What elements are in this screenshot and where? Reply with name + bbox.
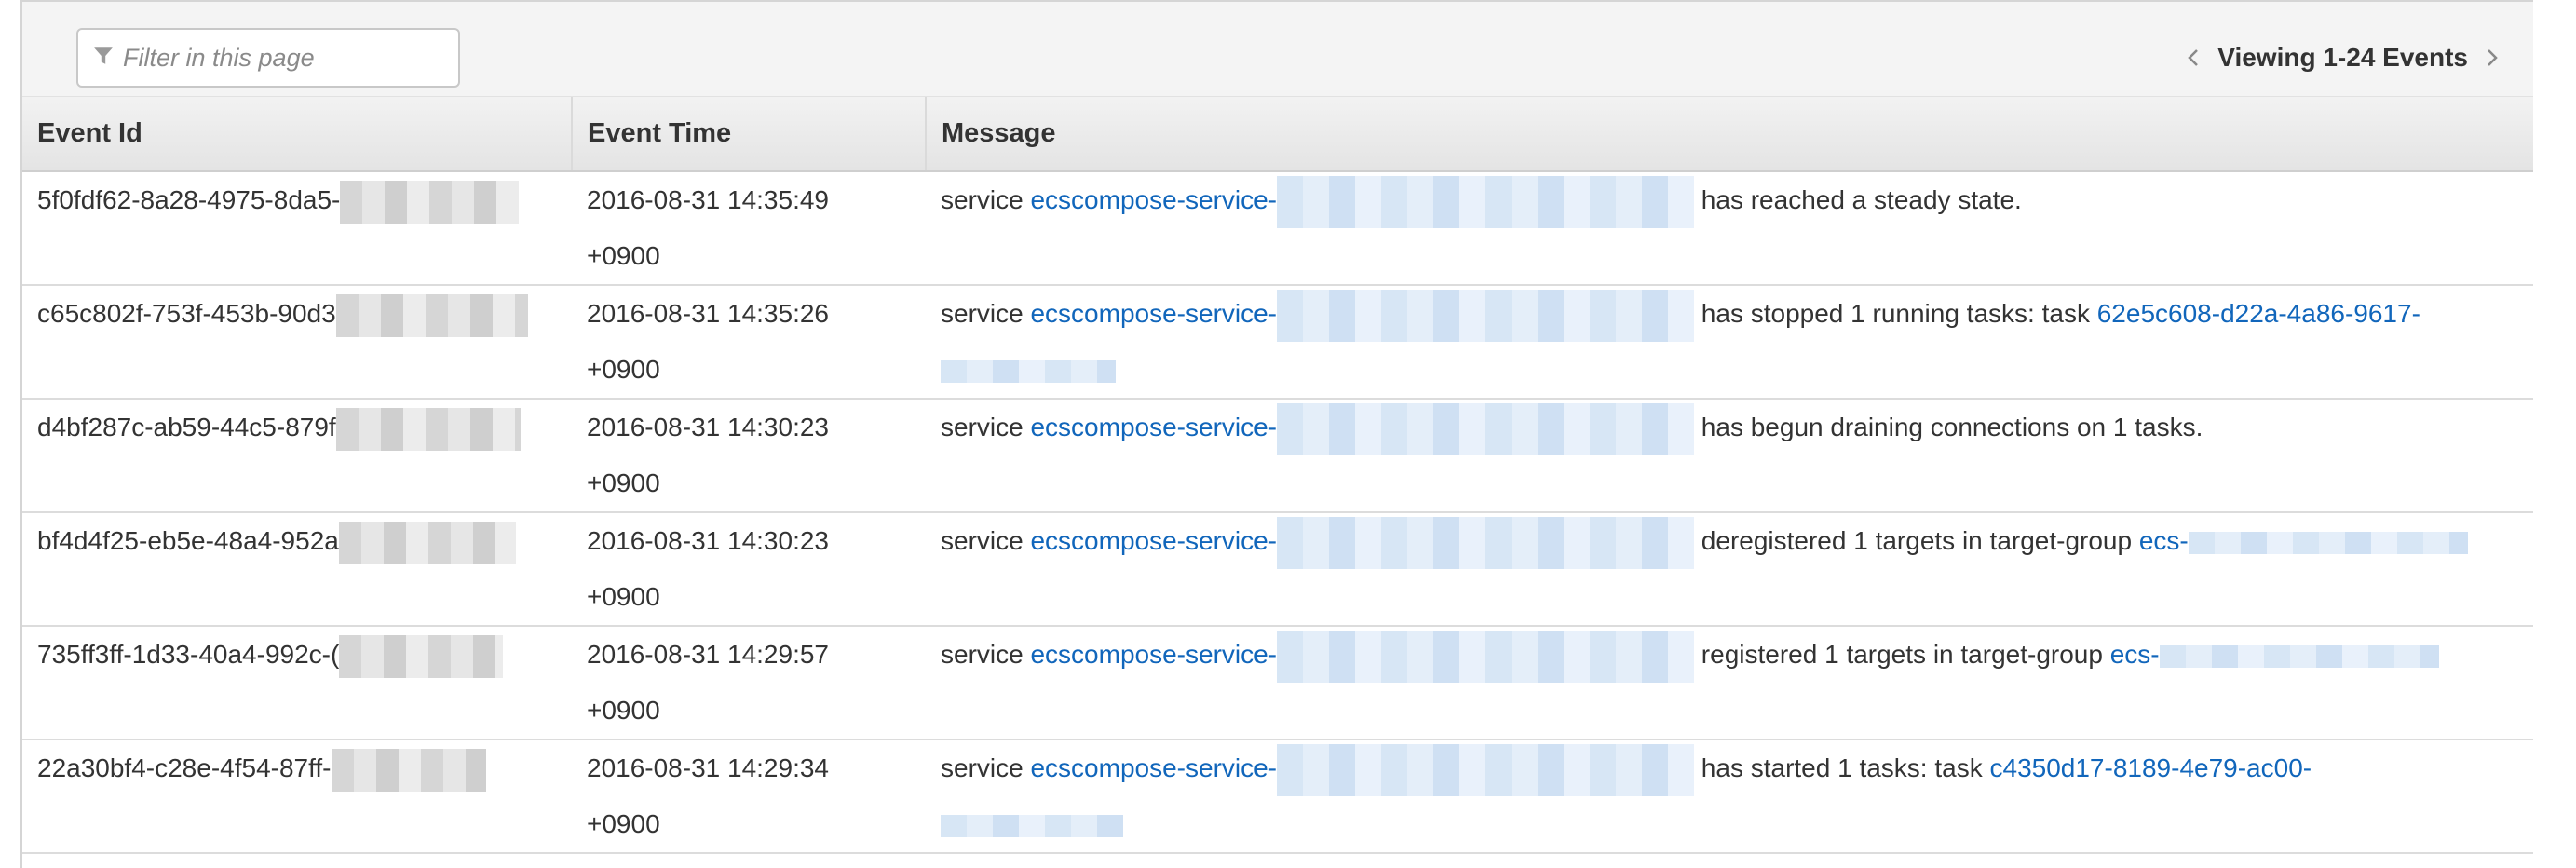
task-link[interactable]: c4350d17-8189-4e79-ac00-	[1990, 753, 2312, 782]
event-timezone: +0900	[587, 809, 660, 838]
event-id: d4bf287c-ab59-44c5-879f	[37, 413, 336, 441]
events-table: Event Id Event Time Message 5f0fdf62-8a2…	[22, 97, 2533, 854]
event-time: 2016-08-31 14:29:57	[587, 640, 829, 669]
redacted-block	[1277, 630, 1695, 683]
event-time-cell: 2016-08-31 14:29:57 +0900	[572, 626, 926, 740]
event-timezone: +0900	[587, 241, 660, 270]
service-link[interactable]: ecscompose-service-	[1030, 526, 1277, 555]
events-toolbar: Viewing 1-24 Events	[22, 0, 2533, 97]
service-link[interactable]: ecscompose-service-	[1030, 640, 1277, 669]
event-time: 2016-08-31 14:35:49	[587, 185, 829, 214]
event-time: 2016-08-31 14:29:34	[587, 753, 829, 782]
event-time-cell: 2016-08-31 14:30:23 +0900	[572, 399, 926, 513]
redacted-block	[335, 407, 521, 451]
table-row: bf4d4f25-eb5e-48a4-952a 2016-08-31 14:30…	[22, 512, 2533, 627]
chevron-right-icon	[2488, 49, 2498, 66]
events-panel: Viewing 1-24 Events Event Id Event Time …	[20, 0, 2537, 868]
redacted-block	[941, 814, 1123, 837]
event-time: 2016-08-31 14:35:26	[587, 299, 829, 328]
event-time: 2016-08-31 14:30:23	[587, 413, 829, 441]
redacted-block	[941, 359, 1116, 383]
event-id-cell: 22a30bf4-c28e-4f54-87ff-	[22, 739, 572, 854]
redacted-block	[1277, 402, 1695, 455]
message-text: has stopped 1 running tasks: task	[1701, 299, 2090, 328]
message-cell: service ecscompose-service- registered 1…	[926, 626, 2533, 740]
redacted-block	[331, 748, 486, 792]
event-id-cell: 735ff3ff-1d33-40a4-992c-(	[22, 626, 572, 740]
message-prefix: service	[941, 640, 1024, 669]
filter-field[interactable]	[76, 28, 460, 88]
next-page-button[interactable]	[2474, 32, 2511, 84]
chevron-left-icon	[2188, 49, 2199, 66]
table-row: 22a30bf4-c28e-4f54-87ff- 2016-08-31 14:2…	[22, 739, 2533, 854]
previous-page-button[interactable]	[2175, 32, 2212, 84]
message-text: has begun draining connections on 1 task…	[1701, 413, 2203, 441]
event-time: 2016-08-31 14:30:23	[587, 526, 829, 555]
service-link[interactable]: ecscompose-service-	[1030, 753, 1277, 782]
event-time-cell: 2016-08-31 14:29:34 +0900	[572, 739, 926, 854]
event-id-cell: d4bf287c-ab59-44c5-879f	[22, 399, 572, 513]
filter-icon	[93, 46, 121, 71]
message-prefix: service	[941, 753, 1024, 782]
message-prefix: service	[941, 413, 1024, 441]
event-id-cell: 5f0fdf62-8a28-4975-8da5-	[22, 171, 572, 286]
event-id-cell: bf4d4f25-eb5e-48a4-952a	[22, 512, 572, 627]
event-id: 5f0fdf62-8a28-4975-8da5-	[37, 185, 341, 214]
column-header-event-id[interactable]: Event Id	[22, 97, 573, 172]
redacted-block	[335, 293, 528, 337]
redacted-block	[2188, 531, 2468, 554]
table-row: 5f0fdf62-8a28-4975-8da5- 2016-08-31 14:3…	[22, 171, 2533, 286]
table-row: c65c802f-753f-453b-90d3 2016-08-31 14:35…	[22, 285, 2533, 400]
event-timezone: +0900	[587, 696, 660, 725]
event-time-cell: 2016-08-31 14:35:26 +0900	[572, 285, 926, 400]
pagination-label: Viewing 1-24 Events	[2217, 43, 2468, 72]
message-text: has started 1 tasks: task	[1701, 753, 1983, 782]
redacted-block	[2159, 644, 2439, 668]
event-timezone: +0900	[587, 355, 660, 384]
event-time-cell: 2016-08-31 14:35:49 +0900	[572, 171, 926, 286]
message-cell: service ecscompose-service- has stopped …	[926, 285, 2533, 400]
column-header-event-time[interactable]: Event Time	[572, 97, 927, 172]
event-id-cell: c65c802f-753f-453b-90d3	[22, 285, 572, 400]
target-group-link[interactable]: ecs-	[2110, 640, 2160, 669]
redacted-block	[339, 634, 504, 678]
target-group-link[interactable]: ecs-	[2139, 526, 2189, 555]
message-cell: service ecscompose-service- has begun dr…	[926, 399, 2533, 513]
redacted-block	[1277, 516, 1695, 569]
event-id: c65c802f-753f-453b-90d3	[37, 299, 336, 328]
redacted-block	[1277, 289, 1695, 342]
service-link[interactable]: ecscompose-service-	[1030, 413, 1277, 441]
message-text: has reached a steady state.	[1701, 185, 2022, 214]
filter-input[interactable]	[121, 42, 451, 74]
event-id: 735ff3ff-1d33-40a4-992c-(	[37, 640, 340, 669]
event-id: bf4d4f25-eb5e-48a4-952a	[37, 526, 339, 555]
task-link[interactable]: 62e5c608-d22a-4a86-9617-	[2097, 299, 2420, 328]
redacted-block	[340, 180, 520, 224]
redacted-block	[338, 521, 516, 564]
message-prefix: service	[941, 185, 1024, 214]
service-link[interactable]: ecscompose-service-	[1030, 185, 1277, 214]
table-row: 735ff3ff-1d33-40a4-992c-( 2016-08-31 14:…	[22, 626, 2533, 740]
redacted-block	[1277, 175, 1695, 228]
table-row: d4bf287c-ab59-44c5-879f 2016-08-31 14:30…	[22, 399, 2533, 513]
service-link[interactable]: ecscompose-service-	[1030, 299, 1277, 328]
table-header-row: Event Id Event Time Message	[22, 97, 2533, 172]
message-text: deregistered 1 targets in target-group	[1701, 526, 2133, 555]
message-cell: service ecscompose-service- has reached …	[926, 171, 2533, 286]
message-prefix: service	[941, 299, 1024, 328]
event-timezone: +0900	[587, 468, 660, 497]
redacted-block	[1277, 743, 1695, 796]
event-id: 22a30bf4-c28e-4f54-87ff-	[37, 753, 332, 782]
column-header-message[interactable]: Message	[926, 97, 2533, 172]
message-cell: service ecscompose-service- deregistered…	[926, 512, 2533, 627]
message-text: registered 1 targets in target-group	[1701, 640, 2103, 669]
pagination: Viewing 1-24 Events	[2175, 32, 2511, 84]
message-cell: service ecscompose-service- has started …	[926, 739, 2533, 854]
event-time-cell: 2016-08-31 14:30:23 +0900	[572, 512, 926, 627]
event-timezone: +0900	[587, 582, 660, 611]
message-prefix: service	[941, 526, 1024, 555]
